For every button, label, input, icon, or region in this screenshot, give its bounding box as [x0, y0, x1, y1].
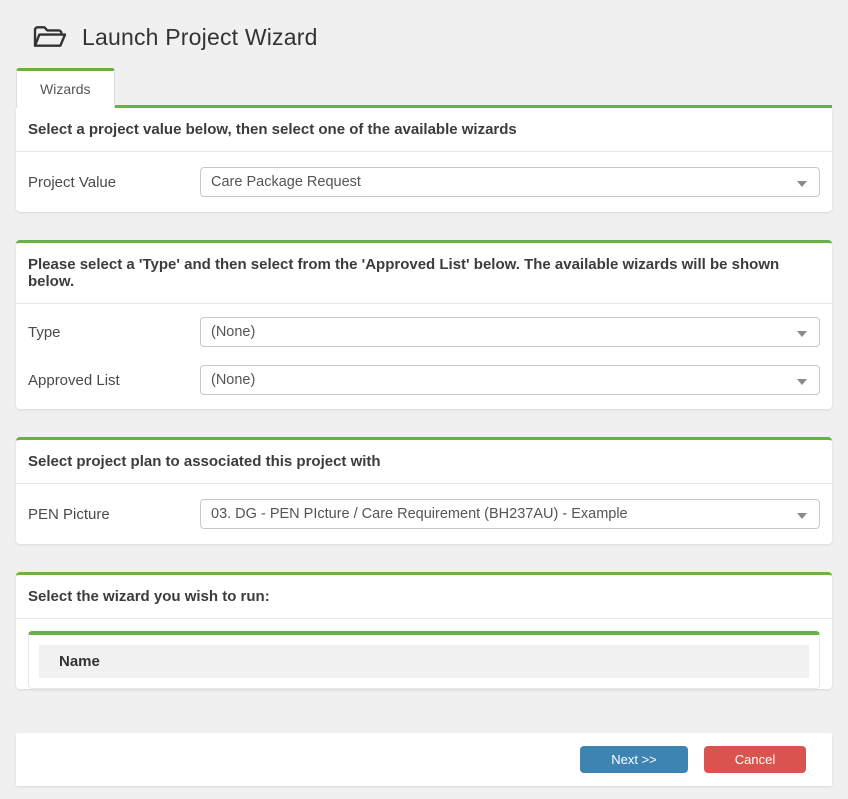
page-title: Launch Project Wizard	[82, 24, 318, 51]
section-heading: Select project plan to associated this p…	[16, 440, 832, 484]
chevron-down-icon	[797, 379, 807, 385]
project-value-select[interactable]: Care Package Request	[200, 167, 820, 197]
next-button[interactable]: Next >>	[580, 746, 688, 773]
open-folder-icon	[33, 23, 67, 51]
field-row-approved-list: Approved List (None)	[16, 356, 832, 404]
section-type-approved-list: Please select a 'Type' and then select f…	[16, 240, 832, 409]
section-heading: Please select a 'Type' and then select f…	[16, 243, 832, 304]
wizard-table: Name	[28, 631, 820, 689]
section-project-value: Select a project value below, then selec…	[16, 108, 832, 212]
wizard-table-header-name: Name	[39, 645, 809, 678]
chevron-down-icon	[797, 513, 807, 519]
field-row-pen-picture: PEN Picture 03. DG - PEN PIcture / Care …	[16, 484, 832, 544]
pen-picture-label: PEN Picture	[28, 506, 200, 523]
tab-wizards-label: Wizards	[40, 81, 91, 97]
field-row-type: Type (None)	[16, 308, 832, 356]
type-selected-option: (None)	[211, 324, 255, 340]
page-header: Launch Project Wizard	[0, 0, 848, 68]
cancel-button[interactable]: Cancel	[704, 746, 806, 773]
approved-list-label: Approved List	[28, 372, 200, 389]
approved-list-select[interactable]: (None)	[200, 365, 820, 395]
type-label: Type	[28, 324, 200, 341]
approved-list-selected-option: (None)	[211, 372, 255, 388]
tab-bar: Wizards	[16, 68, 832, 108]
footer-action-bar: Next >> Cancel	[16, 733, 832, 786]
field-row-project-value: Project Value Care Package Request	[16, 152, 832, 212]
project-value-selected-option: Care Package Request	[211, 174, 361, 190]
section-body: Type (None) Approved List (None)	[16, 304, 832, 409]
section-wizard-list: Select the wizard you wish to run: Name	[16, 572, 832, 689]
section-heading: Select a project value below, then selec…	[16, 108, 832, 152]
type-select[interactable]: (None)	[200, 317, 820, 347]
section-project-plan: Select project plan to associated this p…	[16, 437, 832, 544]
chevron-down-icon	[797, 331, 807, 337]
project-value-label: Project Value	[28, 174, 200, 191]
section-heading: Select the wizard you wish to run:	[16, 575, 832, 619]
pen-picture-select[interactable]: 03. DG - PEN PIcture / Care Requirement …	[200, 499, 820, 529]
pen-picture-selected-option: 03. DG - PEN PIcture / Care Requirement …	[211, 506, 628, 522]
tab-wizards[interactable]: Wizards	[16, 68, 115, 108]
chevron-down-icon	[797, 181, 807, 187]
